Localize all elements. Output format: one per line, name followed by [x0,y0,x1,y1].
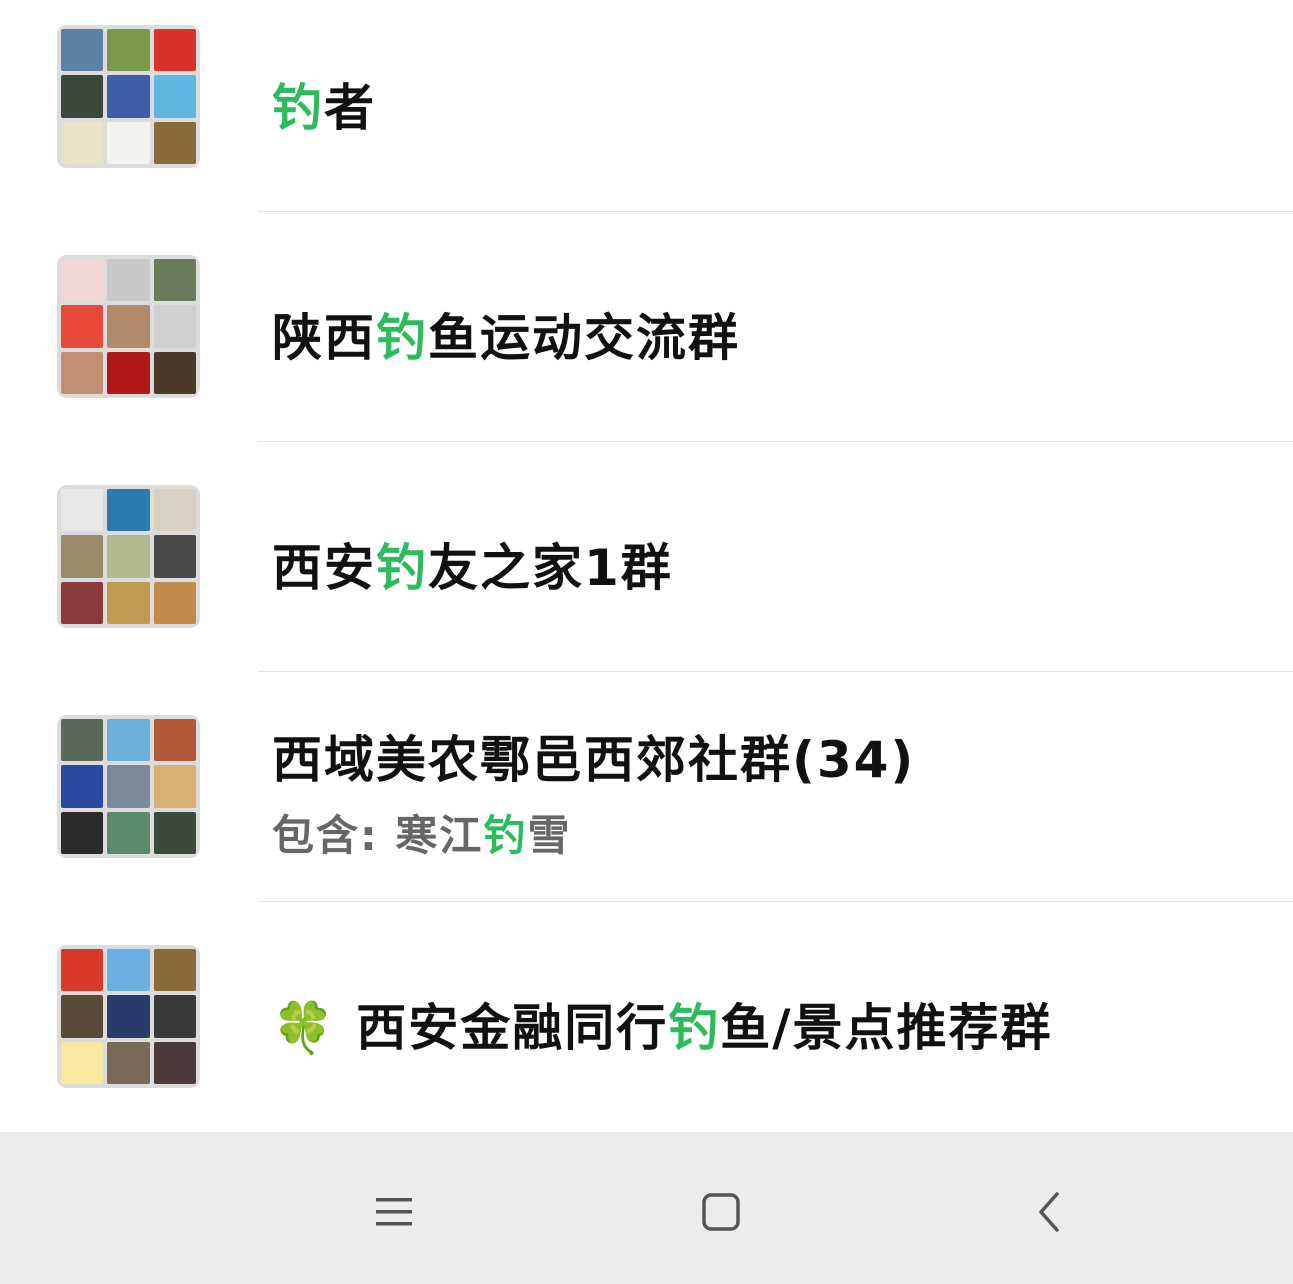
avatar-tile [107,995,150,1038]
avatar-tile [153,581,196,624]
name-part: 陕西 [272,309,376,367]
avatar-tile [107,949,150,992]
avatar-tile [107,305,150,348]
avatar-tile [153,75,196,118]
name-part: 者 [324,79,376,137]
system-navigation-bar [0,1132,1293,1284]
result-row[interactable]: 钓者 [0,0,1293,230]
name-part: 西安 [272,539,376,597]
avatar-tile [153,719,196,762]
group-name: 钓者 [272,68,376,140]
name-part: 钓 [272,79,324,137]
avatar-tile [61,995,104,1038]
row-divider [258,211,1293,212]
avatar-tile [61,351,104,394]
sub-prefix: 包含: 寒江 [272,811,484,860]
group-avatar [57,25,200,168]
avatar-tile [61,811,104,854]
avatar-tile [61,949,104,992]
name-part: 钓 [668,999,721,1057]
avatar-tile [107,259,150,302]
avatar-tile [61,535,104,578]
avatar-tile [153,489,196,532]
avatar-tile [153,765,196,808]
group-member-match: 包含: 寒江钓雪 [272,802,571,863]
avatar-tile [61,121,104,164]
row-divider [258,671,1293,672]
avatar-tile [153,995,196,1038]
four-leaf-clover-icon: 🍀 [272,999,337,1057]
home-square-icon[interactable] [691,1182,751,1242]
name-part: 鱼运动交流群 [428,309,740,367]
group-name: 🍀 西安金融同行钓鱼/景点推荐群 [272,988,1053,1060]
avatar-tile [107,581,150,624]
avatar-tile [153,305,196,348]
result-row[interactable]: 🍀 西安金融同行钓鱼/景点推荐群 [0,920,1293,1150]
name-part: 钓 [376,309,428,367]
avatar-tile [153,535,196,578]
avatar-tile [61,259,104,302]
row-divider [258,441,1293,442]
avatar-tile [107,75,150,118]
sub-highlight: 钓 [483,811,528,860]
group-avatar [57,485,200,628]
avatar-tile [153,121,196,164]
avatar-tile [61,75,104,118]
avatar-tile [61,29,104,72]
avatar-tile [153,1041,196,1084]
name-part: 钓 [376,539,428,597]
back-chevron-icon[interactable] [1020,1182,1080,1242]
result-row[interactable]: 陕西钓鱼运动交流群 [0,230,1293,460]
avatar-tile [107,121,150,164]
name-part: 西安金融同行 [356,999,669,1057]
name-part: 鱼/景点推荐群 [720,999,1053,1057]
avatar-tile [61,765,104,808]
avatar-tile [107,29,150,72]
group-avatar [57,715,200,858]
group-avatar [57,945,200,1088]
menu-icon[interactable] [364,1182,424,1242]
avatar-tile [153,811,196,854]
avatar-tile [107,765,150,808]
group-name: 西安钓友之家1群 [272,528,673,600]
avatar-tile [153,351,196,394]
result-row[interactable]: 西域美农鄠邑西郊社群(34) 包含: 寒江钓雪 [0,690,1293,920]
sub-suffix: 雪 [527,811,572,860]
group-name: 陕西钓鱼运动交流群 [272,298,740,370]
row-divider [258,901,1293,902]
avatar-tile [107,1041,150,1084]
group-avatar [57,255,200,398]
avatar-tile [61,581,104,624]
avatar-tile [107,811,150,854]
avatar-tile [107,535,150,578]
avatar-tile [153,29,196,72]
avatar-tile [61,719,104,762]
avatar-tile [61,1041,104,1084]
avatar-tile [153,259,196,302]
avatar-tile [107,719,150,762]
name-part: 友之家1群 [428,539,673,597]
name-part: 西域美农鄠邑西郊社群(34) [272,731,916,789]
avatar-tile [107,489,150,532]
avatar-tile [61,489,104,532]
avatar-tile [61,305,104,348]
result-row[interactable]: 西安钓友之家1群 [0,460,1293,690]
avatar-tile [107,351,150,394]
avatar-tile [153,949,196,992]
group-name: 西域美农鄠邑西郊社群(34) [272,720,915,792]
